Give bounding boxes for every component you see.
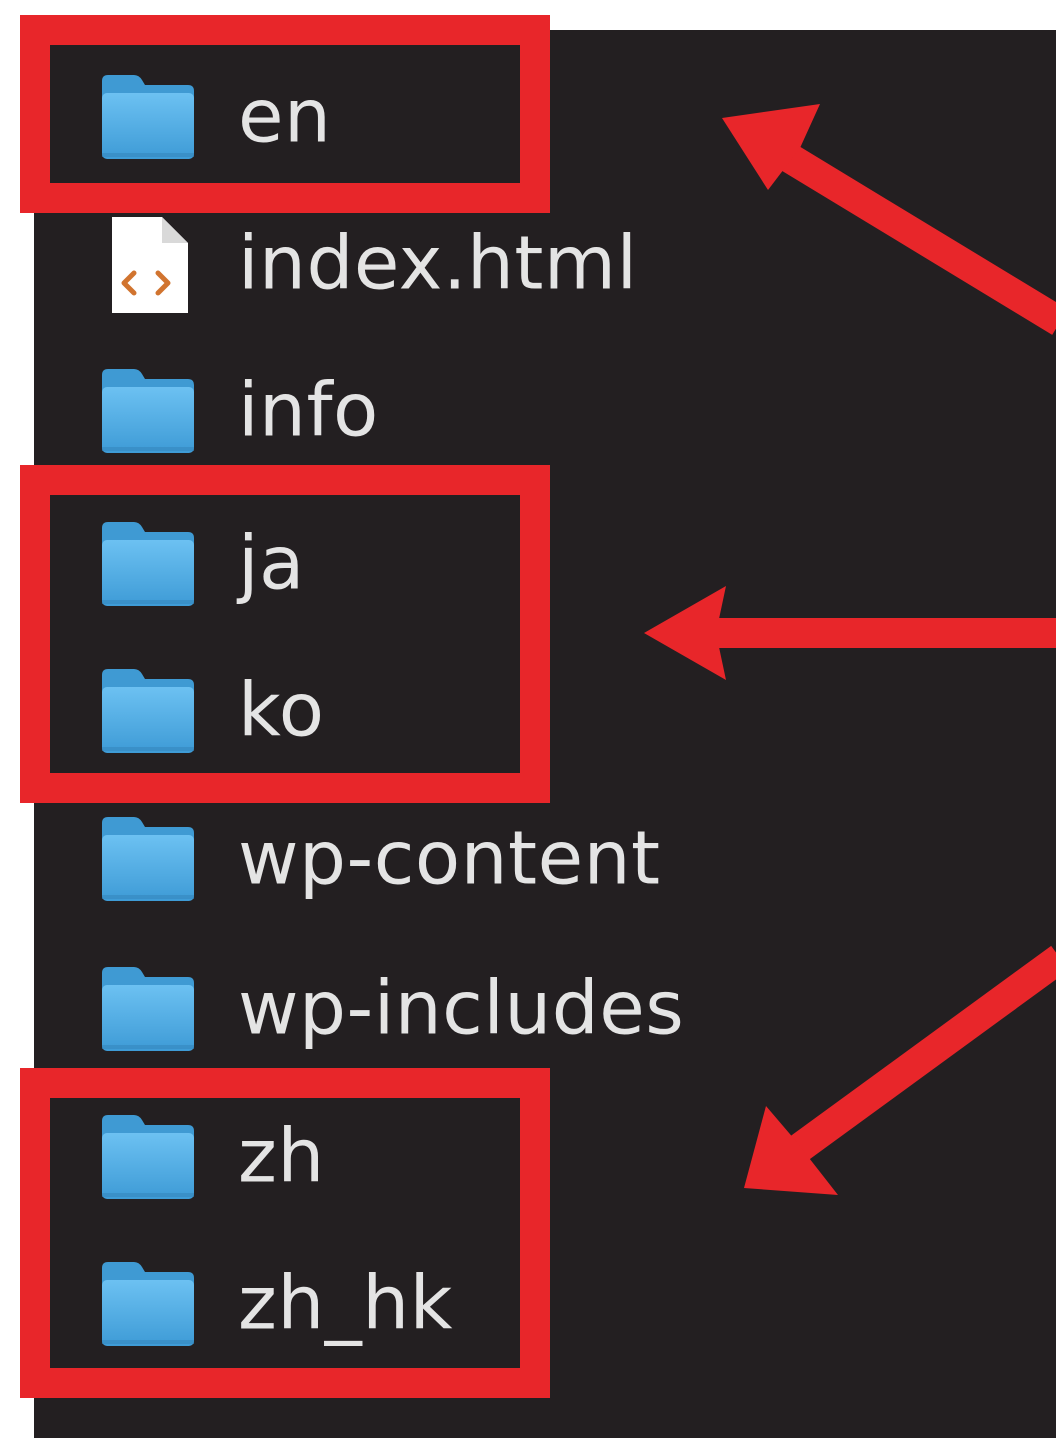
- folder-icon: [102, 1262, 194, 1346]
- item-name: ja: [238, 520, 305, 607]
- folder-icon: [102, 1115, 194, 1199]
- item-name: zh_hk: [238, 1260, 453, 1347]
- html-file-icon: [112, 217, 188, 313]
- item-name: wp-includes: [238, 965, 685, 1052]
- folder-icon: [102, 522, 194, 606]
- item-name: en: [238, 73, 332, 160]
- item-name: ko: [238, 667, 325, 754]
- item-name: zh: [238, 1113, 325, 1200]
- folder-icon: [102, 817, 194, 901]
- item-name: info: [238, 367, 379, 454]
- folder-icon: [102, 75, 194, 159]
- folder-icon: [102, 669, 194, 753]
- item-name: index.html: [238, 220, 638, 307]
- folder-icon: [102, 369, 194, 453]
- item-name: wp-content: [238, 815, 661, 902]
- folder-icon: [102, 967, 194, 1051]
